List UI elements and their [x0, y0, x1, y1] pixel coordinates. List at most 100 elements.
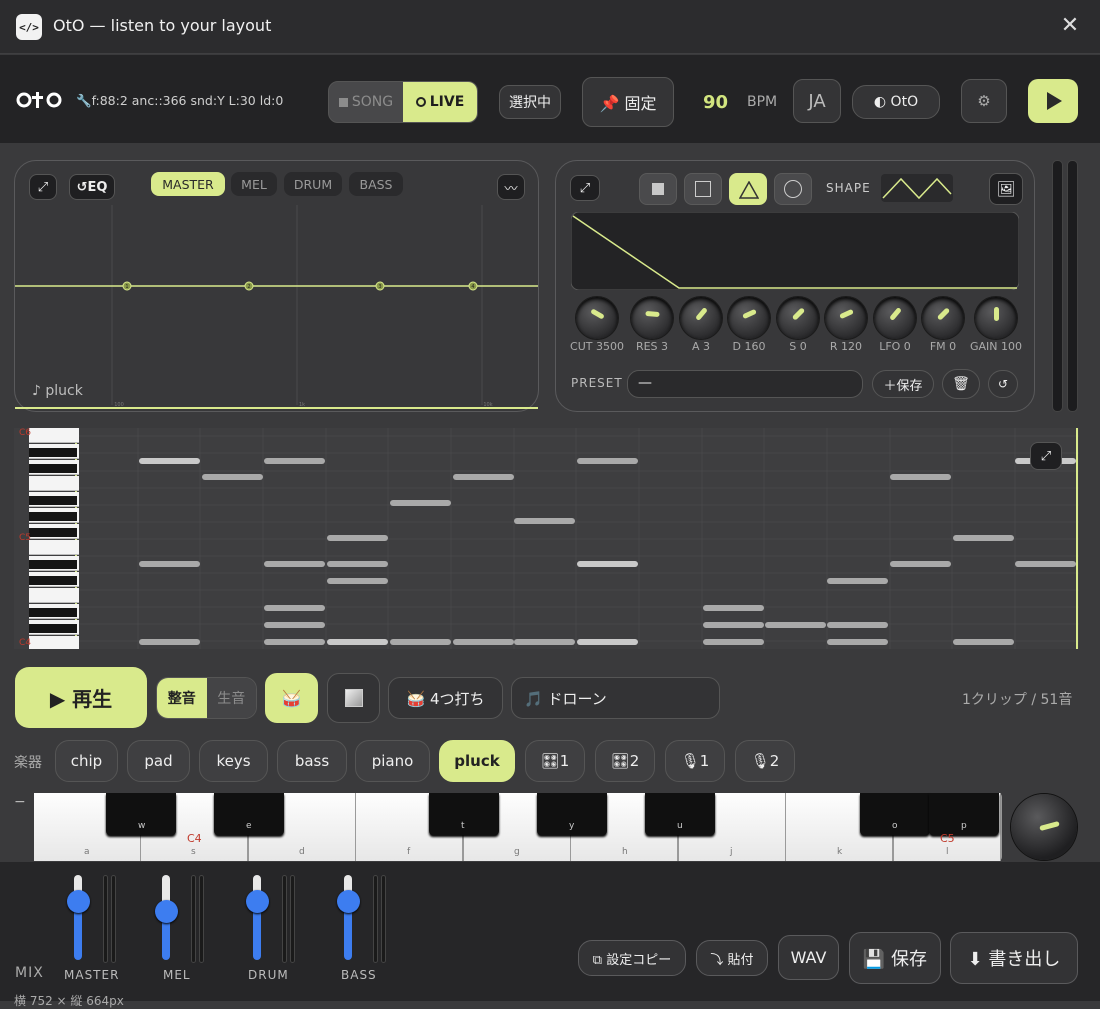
- raw-button[interactable]: 生音: [206, 678, 256, 718]
- reset-icon[interactable]: ↺: [988, 370, 1018, 398]
- shape-square-button[interactable]: [684, 173, 722, 205]
- drone-select[interactable]: 🎵 ドローン: [511, 677, 720, 719]
- knob-decay[interactable]: [728, 297, 770, 339]
- play-button[interactable]: [1028, 79, 1078, 123]
- note[interactable]: [1015, 561, 1076, 567]
- tab-bass[interactable]: BASS: [349, 172, 403, 196]
- note[interactable]: [827, 639, 888, 645]
- instrument-mic-1[interactable]: 🎙1: [665, 740, 725, 782]
- envelope-display[interactable]: [571, 212, 1019, 290]
- note[interactable]: [139, 561, 200, 567]
- shape-triangle-button[interactable]: [729, 173, 767, 205]
- mode-song-button[interactable]: SONG: [329, 82, 403, 122]
- knob-lfo[interactable]: [874, 297, 916, 339]
- note[interactable]: [577, 639, 638, 645]
- preset-select[interactable]: —: [627, 370, 863, 398]
- piano-roll[interactable]: C6 C5 C4 ⤢: [14, 428, 1079, 649]
- note[interactable]: [202, 474, 263, 480]
- note[interactable]: [264, 458, 325, 464]
- note[interactable]: [390, 500, 451, 506]
- drum-icon[interactable]: 🥁: [265, 673, 318, 723]
- theme-button[interactable]: ◐ OtO: [852, 85, 940, 119]
- knob-gain[interactable]: [975, 297, 1017, 339]
- note[interactable]: [264, 622, 325, 628]
- instrument-bass[interactable]: bass: [277, 740, 347, 782]
- note[interactable]: [327, 561, 388, 567]
- fader-handle[interactable]: [246, 889, 269, 913]
- paste-button[interactable]: ⤵ 貼付: [696, 940, 768, 976]
- trash-icon[interactable]: 🗑: [942, 369, 980, 399]
- note[interactable]: [890, 561, 951, 567]
- note[interactable]: [703, 622, 764, 628]
- note[interactable]: [827, 578, 888, 584]
- eq-toggle-button[interactable]: ↺EQ: [69, 174, 115, 200]
- close-icon[interactable]: ✕: [1056, 12, 1084, 40]
- wave-icon[interactable]: 〰: [497, 174, 525, 200]
- knob-res[interactable]: [631, 297, 673, 339]
- knob-release[interactable]: [825, 297, 867, 339]
- instrument-pad[interactable]: pad: [127, 740, 190, 782]
- export-button[interactable]: ⬇ 書き出し: [950, 932, 1078, 984]
- shape-circle-button[interactable]: [774, 173, 812, 205]
- fader-handle[interactable]: [155, 899, 178, 923]
- note[interactable]: [264, 605, 325, 611]
- language-button[interactable]: JA: [793, 79, 841, 123]
- copy-settings-button[interactable]: ⧉ 設定コピー: [578, 940, 686, 976]
- drum-pattern-select[interactable]: 🥁 4つ打ち: [388, 677, 503, 719]
- expand-icon[interactable]: ⤢: [29, 174, 57, 200]
- wav-button[interactable]: WAV: [778, 935, 839, 980]
- knob-sustain[interactable]: [777, 297, 819, 339]
- volume-knob[interactable]: [1011, 794, 1077, 860]
- note[interactable]: [453, 474, 514, 480]
- synth-expand-icon[interactable]: ⤢: [570, 175, 600, 201]
- select-button[interactable]: 選択中: [499, 85, 561, 119]
- instrument-chip[interactable]: chip: [55, 740, 118, 782]
- knob-cut[interactable]: [576, 297, 618, 339]
- instrument-keys[interactable]: keys: [199, 740, 268, 782]
- preset-save-button[interactable]: ＋保存: [872, 370, 934, 398]
- note[interactable]: [327, 578, 388, 584]
- note[interactable]: [390, 639, 451, 645]
- note[interactable]: [139, 639, 200, 645]
- note[interactable]: [765, 622, 826, 628]
- note[interactable]: [264, 639, 325, 645]
- note[interactable]: [264, 561, 325, 567]
- eq-curve-display[interactable]: 1 2 3 4 100 1k 10k: [15, 205, 538, 411]
- note[interactable]: [953, 535, 1014, 541]
- note[interactable]: [453, 639, 514, 645]
- instrument-pluck[interactable]: pluck: [439, 740, 515, 782]
- fader-handle[interactable]: [67, 889, 90, 913]
- note[interactable]: [703, 605, 764, 611]
- note[interactable]: [827, 622, 888, 628]
- instrument-mic-2[interactable]: 🎙2: [735, 740, 795, 782]
- note[interactable]: [577, 561, 638, 567]
- note[interactable]: [890, 474, 951, 480]
- fader-handle[interactable]: [337, 889, 360, 913]
- note[interactable]: [703, 639, 764, 645]
- knob-fm[interactable]: [922, 297, 964, 339]
- pin-button[interactable]: 📌 固定: [582, 77, 674, 127]
- tuned-button[interactable]: 整音: [157, 678, 207, 718]
- instrument-sampler-1[interactable]: 🎛1: [525, 740, 585, 782]
- note[interactable]: [327, 639, 388, 645]
- channel-fader[interactable]: [74, 875, 82, 960]
- note[interactable]: [327, 535, 388, 541]
- grid-toggle-button[interactable]: [327, 673, 380, 723]
- save-button[interactable]: 💾 保存: [849, 932, 941, 984]
- play-main-button[interactable]: ▶ 再生: [15, 667, 147, 728]
- instrument-sampler-2[interactable]: 🎛2: [595, 740, 655, 782]
- instrument-piano[interactable]: piano: [355, 740, 430, 782]
- mode-live-button[interactable]: LIVE: [403, 82, 477, 122]
- image-icon[interactable]: 🖼: [989, 173, 1023, 205]
- channel-fader[interactable]: [253, 875, 261, 960]
- bpm-value[interactable]: 90: [703, 92, 728, 113]
- note[interactable]: [139, 458, 200, 464]
- tab-master[interactable]: MASTER: [151, 172, 225, 196]
- tab-mel[interactable]: MEL: [231, 172, 277, 196]
- tuning-toggle[interactable]: 整音 生音: [156, 677, 257, 719]
- octave-down-button[interactable]: −: [14, 794, 26, 810]
- knob-attack[interactable]: [680, 297, 722, 339]
- shape-square-filled-button[interactable]: [639, 173, 677, 205]
- channel-fader[interactable]: [344, 875, 352, 960]
- mode-toggle[interactable]: SONG LIVE: [328, 81, 478, 123]
